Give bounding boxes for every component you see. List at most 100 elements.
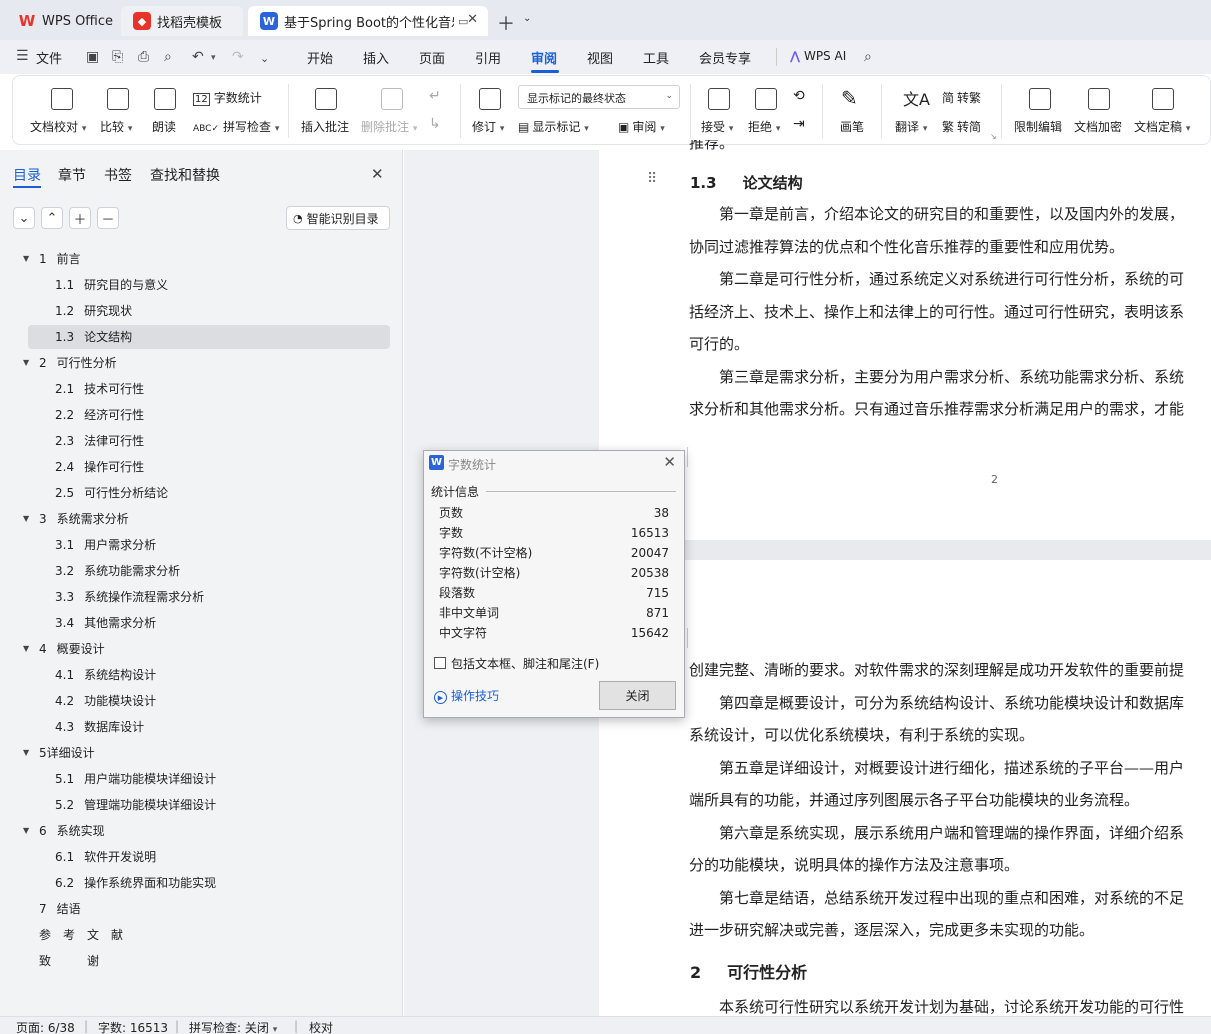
search-icon[interactable]: ⌕: [864, 49, 872, 65]
undo-icon[interactable]: ↶: [192, 49, 204, 65]
expand-arrow-icon[interactable]: ▼: [23, 508, 29, 530]
tab-home[interactable]: 开始: [307, 48, 333, 67]
print-icon[interactable]: ⎙: [138, 49, 149, 65]
expand-arrow-icon[interactable]: ▼: [23, 248, 29, 270]
share-icon[interactable]: ⎘: [112, 49, 123, 65]
toc-item[interactable]: 3.3 系统操作流程需求分析: [55, 586, 204, 608]
more-chevron-icon[interactable]: ⌄: [260, 52, 269, 65]
restrict-edit-button[interactable]: 限制编辑: [1014, 118, 1062, 135]
redo-icon[interactable]: ↷: [232, 49, 244, 65]
toc-item[interactable]: 4.3 数据库设计: [55, 716, 144, 738]
read-aloud-button[interactable]: 朗读: [152, 118, 176, 135]
smart-toc-button[interactable]: ◔ 智能识别目录: [286, 206, 390, 230]
reject-button[interactable]: 拒绝 ▾: [748, 118, 780, 135]
toc-item[interactable]: 2.3 法律可行性: [55, 430, 144, 452]
show-markup-button[interactable]: ▤ 显示标记 ▾: [518, 118, 589, 135]
toc-item[interactable]: 6.2 操作系统界面和功能实现: [55, 872, 216, 894]
status-page[interactable]: 页面: 6/38: [16, 1019, 75, 1034]
to-simplified-button[interactable]: 繁转简: [942, 118, 981, 135]
remove-heading-button[interactable]: －: [97, 207, 119, 229]
collapse-button[interactable]: ⌄: [13, 207, 35, 229]
review-pane-button[interactable]: ▣ 审阅 ▾: [618, 118, 665, 135]
insert-comment-button[interactable]: 插入批注: [301, 118, 349, 135]
tab-view[interactable]: 视图: [587, 48, 613, 67]
expand-arrow-icon[interactable]: ▼: [23, 820, 29, 842]
undo-dropdown-icon[interactable]: ▾: [211, 53, 216, 63]
toc-item[interactable]: ▼ 2 可行性分析: [23, 352, 117, 374]
revise-button[interactable]: 修订 ▾: [472, 118, 504, 135]
doc-proof-button[interactable]: 文档校对 ▾: [30, 118, 86, 135]
spell-check-button[interactable]: ABC✓ 拼写检查 ▾: [193, 118, 279, 135]
finalize-button[interactable]: 文档定稿 ▾: [1134, 118, 1190, 135]
dialog-close-button[interactable]: 关闭: [599, 681, 676, 710]
toc-item[interactable]: 6.1 软件开发说明: [55, 846, 156, 868]
status-words[interactable]: 字数: 16513: [98, 1019, 168, 1034]
status-spell[interactable]: 拼写检查: 关闭 ▾: [189, 1019, 277, 1034]
toc-item[interactable]: 3.4 其他需求分析: [55, 612, 156, 634]
add-heading-button[interactable]: ＋: [69, 207, 91, 229]
word-count-button[interactable]: 12 字数统计: [193, 89, 262, 106]
tab-references[interactable]: 引用: [475, 48, 501, 67]
toc-item[interactable]: ▼ 1 前言: [23, 248, 81, 270]
tab-member[interactable]: 会员专享: [699, 48, 751, 67]
toc-item[interactable]: 2.2 经济可行性: [55, 404, 144, 426]
toc-item[interactable]: 2.4 操作可行性: [55, 456, 144, 478]
hamburger-icon[interactable]: ☰: [16, 48, 29, 64]
toc-item[interactable]: ▼ 4 概要设计: [23, 638, 105, 660]
tab-insert[interactable]: 插入: [363, 48, 389, 67]
toc-item[interactable]: 3.2 系统功能需求分析: [55, 560, 180, 582]
tab-wps-office[interactable]: W WPS Office: [6, 6, 116, 36]
menu-file[interactable]: 文件: [36, 48, 62, 67]
markup-state-select[interactable]: 显示标记的最终状态 ⌄: [518, 85, 680, 109]
prev-comment-icon[interactable]: ↵: [429, 88, 441, 104]
toc-item[interactable]: 2.5 可行性分析结论: [55, 482, 168, 504]
tab-page[interactable]: 页面: [419, 48, 445, 67]
toc-item[interactable]: 1.2 研究现状: [55, 300, 132, 322]
tab-tools[interactable]: 工具: [643, 48, 669, 67]
new-tab-icon[interactable]: ＋: [497, 10, 515, 36]
prev-change-icon[interactable]: ⟲: [793, 88, 805, 104]
tab-find-replace[interactable]: 查找和替换: [150, 165, 220, 185]
drag-handle-icon[interactable]: ⠿: [647, 171, 657, 187]
dialog-close-icon[interactable]: ✕: [663, 453, 676, 471]
group-expand-icon[interactable]: ↘: [990, 132, 997, 141]
expand-arrow-icon[interactable]: ▼: [23, 638, 29, 660]
translate-button[interactable]: 翻译 ▾: [895, 118, 927, 135]
next-change-icon[interactable]: ⇥: [793, 116, 805, 132]
print-preview-icon[interactable]: ⌕: [164, 49, 172, 65]
status-proof[interactable]: 校对: [309, 1019, 333, 1034]
toc-item[interactable]: 4.2 功能模块设计: [55, 690, 156, 712]
save-icon[interactable]: ▣: [86, 49, 99, 65]
delete-comment-button[interactable]: 删除批注 ▾: [361, 118, 417, 135]
toc-item[interactable]: 致 谢: [39, 950, 109, 972]
toc-item[interactable]: 1.3 论文结构: [55, 326, 132, 348]
tab-review[interactable]: 审阅: [531, 48, 557, 67]
next-comment-icon[interactable]: ↳: [429, 116, 441, 132]
toc-item[interactable]: 参 考 文 献: [39, 924, 133, 946]
toc-item[interactable]: ▼ 3 系统需求分析: [23, 508, 129, 530]
tab-list-chevron-icon[interactable]: ⌄: [523, 13, 531, 24]
pen-button[interactable]: 画笔: [840, 118, 864, 135]
tab-toc[interactable]: 目录: [13, 165, 41, 185]
tips-link[interactable]: ▶ 操作技巧: [434, 687, 499, 704]
expand-arrow-icon[interactable]: ▼: [23, 352, 29, 374]
encrypt-button[interactable]: 文档加密: [1074, 118, 1122, 135]
tab-docer-templates[interactable]: ◆ 找稻壳模板: [121, 6, 243, 36]
toc-item[interactable]: ▼ 5详细设计: [23, 742, 105, 764]
compare-button[interactable]: 比较 ▾: [100, 118, 132, 135]
accept-button[interactable]: 接受 ▾: [701, 118, 733, 135]
wps-ai-button[interactable]: ⋀ WPS AI: [790, 49, 846, 63]
toc-item[interactable]: 5.2 管理端功能模块详细设计: [55, 794, 216, 816]
tab-bookmarks[interactable]: 书签: [104, 165, 132, 185]
to-traditional-button[interactable]: 简转繁: [942, 89, 981, 106]
toc-item[interactable]: ▼ 6 系统实现: [23, 820, 105, 842]
toc-item[interactable]: 5.1 用户端功能模块详细设计: [55, 768, 216, 790]
toc-item[interactable]: 3.1 用户需求分析: [55, 534, 156, 556]
expand-arrow-icon[interactable]: ▼: [23, 742, 29, 764]
close-tab-icon[interactable]: ✕: [467, 12, 478, 27]
toc-item[interactable]: 1.1 研究目的与意义: [55, 274, 168, 296]
include-textbox-checkbox[interactable]: [434, 657, 446, 669]
tab-sections[interactable]: 章节: [58, 165, 86, 185]
tab-document[interactable]: W 基于Spring Boot的个性化音乐 ▭ ✕: [248, 6, 488, 36]
toc-item[interactable]: 4.1 系统结构设计: [55, 664, 156, 686]
